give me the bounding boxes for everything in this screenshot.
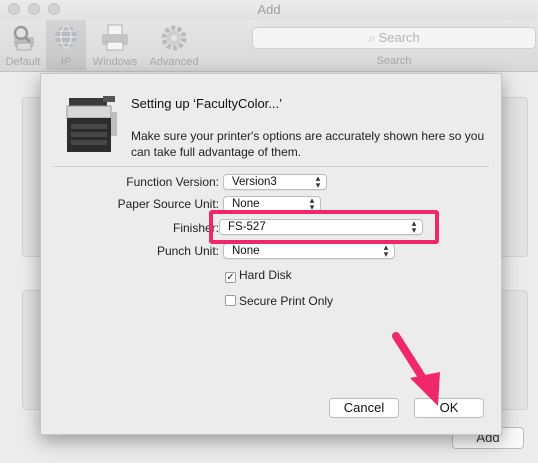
checkmark-icon: ✓ bbox=[225, 272, 236, 283]
search-field[interactable]: ⌕ Search bbox=[252, 27, 536, 49]
search-caption: Search bbox=[376, 55, 412, 67]
punch-unit-label: Punch Unit: bbox=[156, 244, 219, 258]
window-title: Add bbox=[257, 2, 281, 17]
updown-chevron-icon: ▴ ▾ bbox=[383, 242, 389, 259]
search-icon: ⌕ bbox=[368, 31, 375, 45]
punch-unit-value: None bbox=[232, 245, 260, 257]
punch-unit-popup[interactable]: None ▴ ▾ bbox=[223, 243, 395, 259]
pointer-arrow-icon bbox=[392, 332, 440, 406]
empty-checkbox-icon bbox=[225, 295, 236, 306]
hard-disk-label: Hard Disk bbox=[239, 268, 292, 282]
secure-print-only-checkbox[interactable]: Secure Print Only bbox=[225, 294, 333, 308]
function-version-popup[interactable]: Version3 ▴ ▾ bbox=[223, 174, 327, 190]
updown-chevron-icon: ▴ ▾ bbox=[309, 195, 315, 212]
search-placeholder: Search bbox=[378, 30, 420, 45]
printer-magnifier-icon bbox=[13, 25, 34, 51]
toolbar-windows[interactable]: Windows bbox=[88, 20, 142, 70]
hard-disk-checkbox[interactable]: ✓ Hard Disk bbox=[225, 268, 292, 283]
toolbar-ip[interactable]: IP bbox=[46, 20, 86, 70]
toolbar-default[interactable]: Default bbox=[0, 20, 46, 70]
toolbar: Default IP Windows Advanced ⌕ Search Sea… bbox=[0, 20, 538, 72]
cancel-button[interactable]: Cancel bbox=[329, 398, 399, 418]
paper-source-unit-value: None bbox=[232, 198, 260, 210]
printer-device-icon bbox=[66, 96, 117, 152]
paper-source-unit-label: Paper Source Unit: bbox=[117, 197, 219, 211]
sheet-description: Make sure your printer's options are acc… bbox=[131, 129, 485, 159]
function-version-label: Function Version: bbox=[126, 175, 219, 189]
toolbar-advanced-label: Advanced bbox=[149, 56, 199, 68]
toolbar-ip-label: IP bbox=[60, 56, 72, 68]
toolbar-windows-label: Windows bbox=[92, 56, 138, 68]
updown-chevron-icon: ▴ ▾ bbox=[315, 173, 321, 190]
toolbar-advanced[interactable]: Advanced bbox=[144, 20, 204, 70]
secure-print-only-label: Secure Print Only bbox=[239, 294, 334, 308]
title-bar: Add bbox=[0, 0, 538, 20]
globe-icon bbox=[55, 25, 77, 49]
printer-icon bbox=[102, 24, 128, 51]
divider bbox=[53, 166, 489, 167]
gear-icon bbox=[161, 25, 187, 51]
function-version-value: Version3 bbox=[232, 176, 277, 188]
toolbar-default-label: Default bbox=[5, 56, 41, 68]
finisher-label: Finisher: bbox=[172, 221, 219, 235]
sheet-title: Setting up ‘FacultyColor...’ bbox=[131, 96, 283, 111]
finisher-highlight-box bbox=[209, 210, 439, 244]
